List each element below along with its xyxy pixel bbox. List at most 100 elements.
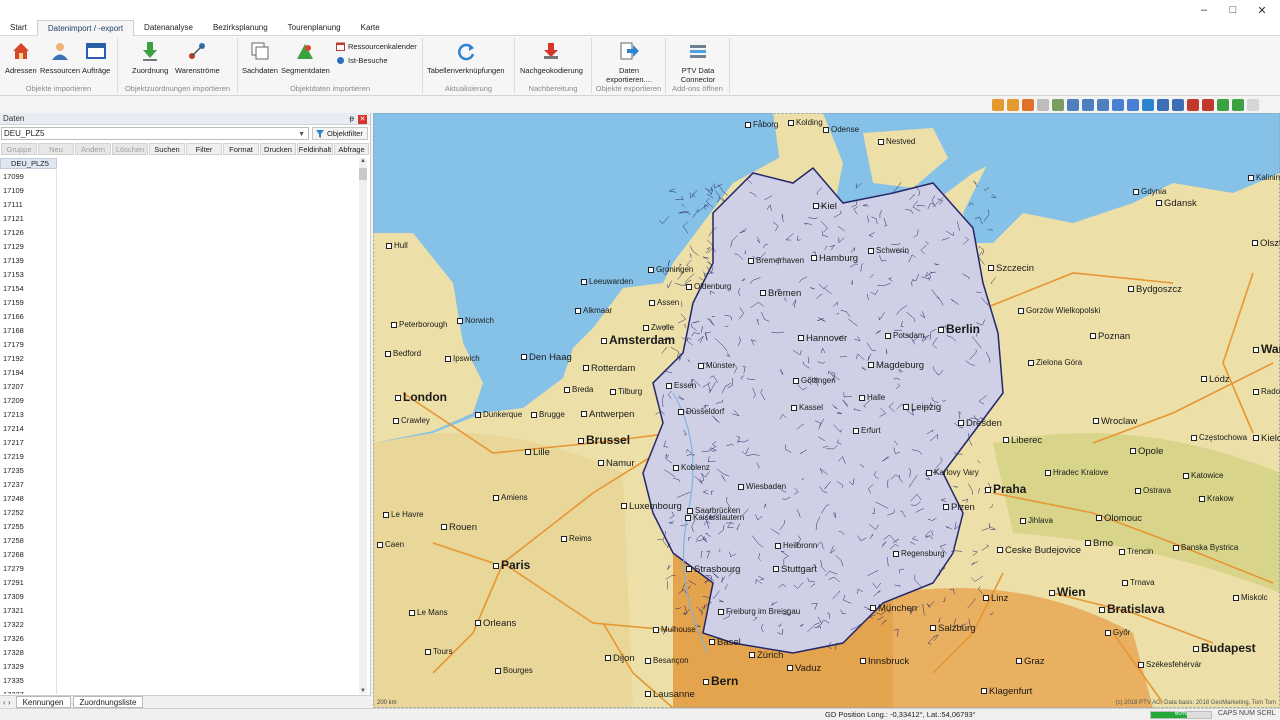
tab-kennungen[interactable]: Kennungen [15,696,71,708]
table-row[interactable]: 17258 [0,534,56,548]
route-edit-icon[interactable] [1202,99,1214,111]
city-label[interactable]: Berlin [938,322,980,336]
forward-icon[interactable] [1127,99,1139,111]
city-label[interactable]: Budapest [1193,641,1256,655]
city-label[interactable]: Plzen [943,502,975,513]
city-label[interactable]: Dresden [958,418,1002,429]
table-row[interactable]: 17322 [0,618,56,632]
city-label[interactable]: Lausanne [645,689,695,700]
city-label[interactable]: Stuttgart [773,564,817,575]
table-row[interactable]: 17159 [0,296,56,310]
column-header[interactable]: DEU_PLZ5 [0,158,57,169]
city-label[interactable]: Bedford [385,349,421,358]
city-label[interactable]: Hannover [798,333,847,344]
city-label[interactable]: Bremerhaven [748,256,804,265]
table-row[interactable]: 17099 [0,170,56,184]
city-label[interactable]: Leeuwarden [581,277,633,286]
city-label[interactable]: Kielce [1253,433,1280,444]
city-label[interactable]: Amsterdam [601,333,675,347]
city-label[interactable]: Odense [823,125,859,134]
info-icon[interactable] [1037,99,1049,111]
city-label[interactable]: Gdansk [1156,198,1197,209]
city-label[interactable]: Rouen [441,522,477,533]
grid-icon[interactable] [1052,99,1064,111]
table-row[interactable]: 17291 [0,576,56,590]
zuordnung-button[interactable]: Zuordnung [132,40,168,75]
table-row[interactable]: 17235 [0,464,56,478]
city-label[interactable]: Amiens [493,493,528,502]
city-label[interactable]: Luxembourg [621,501,682,512]
zoom-out-icon[interactable] [1097,99,1109,111]
city-label[interactable]: Caen [377,540,404,549]
ressourcen-button[interactable]: Ressourcen [40,40,80,75]
city-label[interactable]: Innsbruck [860,656,909,667]
city-label[interactable]: Düsseldorf [678,407,724,416]
city-label[interactable]: Breda [564,385,593,394]
marker-icon[interactable] [1217,99,1229,111]
table-row[interactable]: 17179 [0,338,56,352]
city-label[interactable]: Bydgoszcz [1128,284,1182,295]
city-label[interactable]: Bourges [495,666,533,675]
city-label[interactable]: Szczecin [988,263,1034,274]
refresh-map-icon[interactable] [1142,99,1154,111]
city-label[interactable]: Krakow [1199,494,1234,503]
city-label[interactable]: Paris [493,558,530,572]
city-label[interactable]: Antwerpen [581,409,634,420]
scroll-down-icon[interactable]: ▼ [359,688,367,694]
city-label[interactable]: Rotterdam [583,363,635,374]
city-label[interactable]: Liberec [1003,435,1042,446]
table-row[interactable]: 17153 [0,268,56,282]
table-row[interactable]: 17209 [0,394,56,408]
city-label[interactable]: München [870,603,917,614]
tab-karte[interactable]: Karte [351,20,390,36]
city-label[interactable]: Le Havre [383,510,423,519]
city-label[interactable]: Alkmaar [575,306,612,315]
table-row[interactable]: 17309 [0,590,56,604]
table-row[interactable]: 17248 [0,492,56,506]
city-label[interactable]: Erfurt [853,426,881,435]
city-label[interactable]: Ipswich [445,354,480,363]
close-button[interactable]: ✕ [1248,2,1276,18]
city-label[interactable]: Dijon [605,653,635,664]
suchen-button[interactable]: Suchen [149,143,185,155]
city-label[interactable]: Olomouc [1096,513,1142,524]
print-icon[interactable] [1157,99,1169,111]
abfrage-button[interactable]: Abfrage [334,143,369,155]
city-label[interactable]: Schwerin [868,246,909,255]
city-label[interactable]: Bern [703,674,738,688]
back-icon[interactable] [1112,99,1124,111]
table-row[interactable]: 17126 [0,226,56,240]
city-label[interactable]: Bratislava [1099,602,1164,616]
table-row[interactable]: 17213 [0,408,56,422]
drucken-button[interactable]: Drucken [260,143,296,155]
city-label[interactable]: Brno [1085,538,1113,549]
city-label[interactable]: Regensburg [893,549,945,558]
table-row[interactable]: 17129 [0,240,56,254]
city-label[interactable]: Den Haag [521,352,572,363]
tab-bezirksplanung[interactable]: Bezirksplanung [203,20,278,36]
city-label[interactable]: Zürich [749,650,783,661]
table-row[interactable]: 17326 [0,632,56,646]
city-label[interactable]: Zwolle [643,323,674,332]
city-label[interactable]: Besançon [645,656,689,665]
neu-button[interactable]: Neu [38,143,74,155]
city-label[interactable]: Kaliningrad [1248,173,1280,182]
city-label[interactable]: Brussel [578,433,630,447]
tab-datenimport[interactable]: Datenimport / -export [36,20,135,36]
daten-exportieren-button[interactable]: Daten exportieren.... [606,40,652,84]
ptv-data-connector-button[interactable]: PTV Data Connector [676,40,720,84]
city-label[interactable]: Namur [598,458,635,469]
feldinhalt-button[interactable]: Feldinhalt [297,143,333,155]
city-label[interactable]: Magdeburg [868,360,924,371]
table-row[interactable]: 17255 [0,520,56,534]
table-row[interactable]: 17154 [0,282,56,296]
city-label[interactable]: Zielona Góra [1028,358,1082,367]
city-label[interactable]: Wien [1049,585,1086,599]
city-label[interactable]: Potsdam [885,331,925,340]
pin-icon[interactable]: ᵽ [350,114,354,123]
city-label[interactable]: Linz [983,593,1008,604]
city-label[interactable]: Lille [525,447,550,458]
tab-datenanalyse[interactable]: Datenanalyse [134,20,203,36]
table-row[interactable]: 17219 [0,450,56,464]
city-label[interactable]: Trnava [1122,578,1155,587]
